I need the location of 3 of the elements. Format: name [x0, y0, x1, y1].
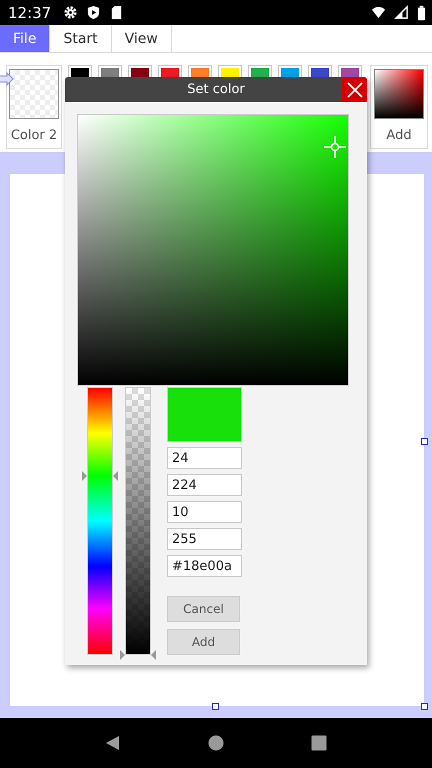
dialog-title: Set color — [187, 82, 245, 97]
status-time: 12:37 — [8, 4, 52, 22]
color-slot-label: Color 2 — [10, 128, 58, 143]
